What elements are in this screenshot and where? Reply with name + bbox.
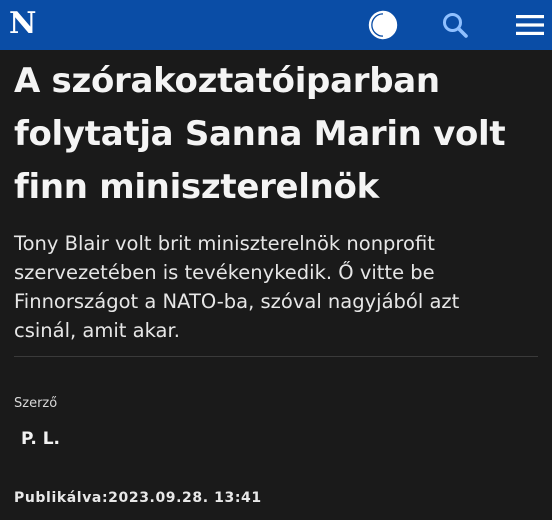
article-title: A szórakoztatóiparban folytatja Sanna Ma… [14, 61, 506, 207]
author-name[interactable]: P. L. [21, 429, 60, 449]
author-label: Szerző [14, 396, 58, 411]
publish-date: Publikálva:2023.09.28. 13:41 [14, 490, 262, 506]
menu-button[interactable] [514, 9, 546, 41]
contrast-toggle-button[interactable] [367, 9, 399, 41]
search-icon [443, 13, 468, 38]
menu-icon [516, 15, 544, 35]
article-lead: Tony Blair volt brit miniszterelnök nonp… [14, 232, 460, 342]
search-button[interactable] [439, 9, 471, 41]
site-logo[interactable]: N [9, 4, 36, 44]
top-navigation-bar: N [0, 0, 552, 50]
contrast-icon [368, 10, 398, 40]
divider [14, 356, 538, 357]
